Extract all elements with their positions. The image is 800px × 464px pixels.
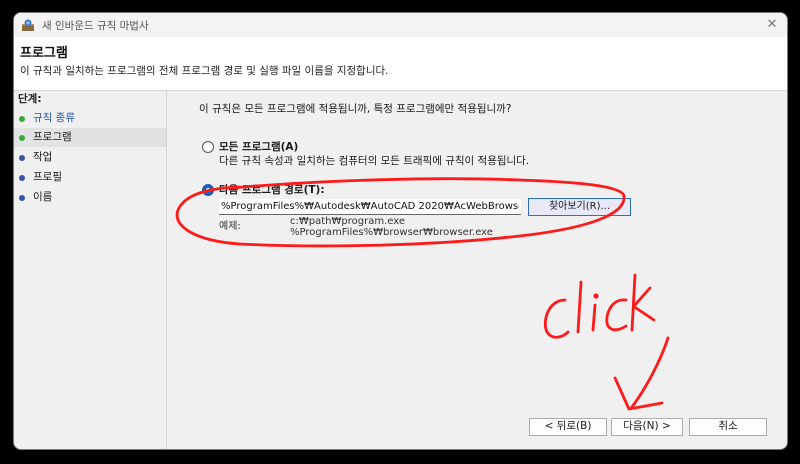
sidebar-item-label: 프로필 xyxy=(33,171,62,183)
title-bar[interactable]: 새 인바운드 규칙 마법사 ✕ xyxy=(14,13,787,37)
wizard-header: 프로그램 이 규칙과 일치하는 프로그램의 전체 프로그램 경로 및 실행 파일… xyxy=(14,37,787,91)
step-pending-icon xyxy=(19,175,25,181)
back-button[interactable]: < 뒤로(B) xyxy=(529,418,607,436)
cancel-button[interactable]: 취소 xyxy=(689,418,767,436)
program-path-input[interactable] xyxy=(219,199,521,215)
steps-label: 단계: xyxy=(18,93,42,105)
example-label: 예제: xyxy=(219,221,241,232)
main-panel: 이 규칙은 모든 프로그램에 적용됩니까, 특정 프로그램에만 적용됩니까? 모… xyxy=(167,91,787,449)
wizard-window: 새 인바운드 규칙 마법사 ✕ 프로그램 이 규칙과 일치하는 프로그램의 전체… xyxy=(13,12,788,450)
sidebar-item-rule-type[interactable]: 규칙 종류 xyxy=(14,109,166,128)
all-programs-radio[interactable] xyxy=(202,141,214,153)
example-path-2: %ProgramFiles%₩browser₩browser.exe xyxy=(290,227,493,238)
step-pending-icon xyxy=(19,155,25,161)
step-pending-icon xyxy=(19,195,25,201)
scope-question: 이 규칙은 모든 프로그램에 적용됩니까, 특정 프로그램에만 적용됩니까? xyxy=(199,103,512,115)
sidebar-item-profile: 프로필 xyxy=(14,168,166,187)
sidebar-item-label: 규칙 종류 xyxy=(33,112,75,124)
sidebar-item-label: 이름 xyxy=(33,191,53,203)
sidebar-item-action: 작업 xyxy=(14,148,166,167)
page-title: 프로그램 xyxy=(20,46,68,61)
sidebar-item-label: 작업 xyxy=(33,151,53,163)
close-button[interactable]: ✕ xyxy=(763,16,781,34)
browse-button[interactable]: 찾아보기(R)... xyxy=(528,198,631,216)
firewall-app-icon xyxy=(22,19,34,31)
step-current-icon xyxy=(19,135,25,141)
page-description: 이 규칙과 일치하는 프로그램의 전체 프로그램 경로 및 실행 파일 이름을 … xyxy=(20,65,389,77)
all-programs-label[interactable]: 모든 프로그램(A) xyxy=(219,139,298,154)
sidebar-item-name: 이름 xyxy=(14,188,166,207)
close-icon: ✕ xyxy=(766,17,778,32)
all-programs-description: 다른 규칙 속성과 일치하는 컴퓨터의 모든 트래픽에 규칙이 적용됩니다. xyxy=(219,155,530,167)
steps-sidebar: 단계: 규칙 종류 프로그램 작업 프로필 이름 xyxy=(14,91,167,449)
window-title: 새 인바운드 규칙 마법사 xyxy=(42,20,149,32)
this-program-label[interactable]: 다음 프로그램 경로(T): xyxy=(219,182,325,197)
step-done-icon xyxy=(19,116,25,122)
sidebar-item-program[interactable]: 프로그램 xyxy=(14,128,166,147)
this-program-radio[interactable] xyxy=(202,184,214,196)
example-path-1: c:₩path₩program.exe xyxy=(290,216,405,227)
next-button[interactable]: 다음(N) > xyxy=(611,418,683,436)
sidebar-item-label: 프로그램 xyxy=(33,131,72,143)
